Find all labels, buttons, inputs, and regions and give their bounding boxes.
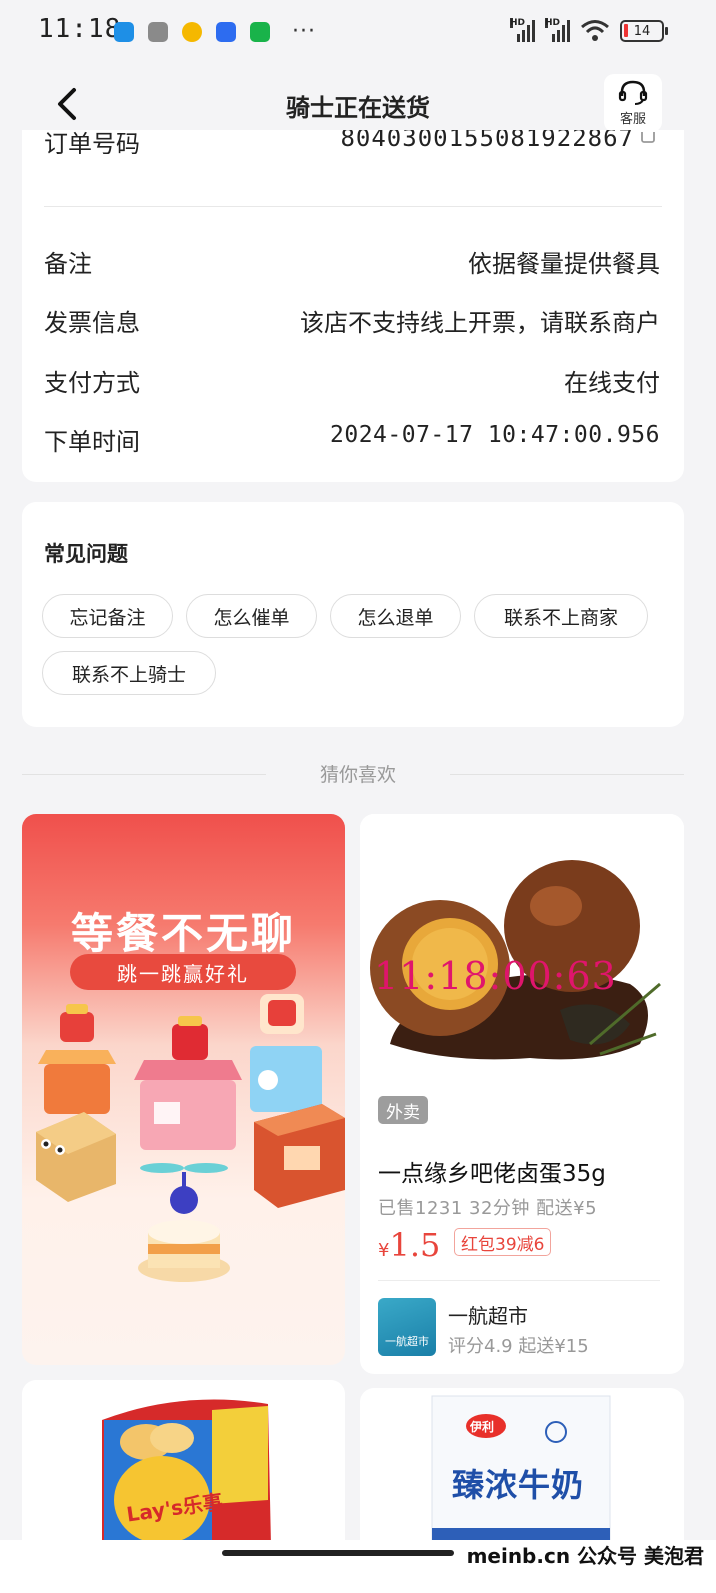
cake-character-illustration: [138, 1163, 230, 1282]
status-time: 11:18: [38, 14, 122, 44]
coupon-badge: 红包39减6: [454, 1228, 552, 1256]
invoice-row: 发票信息 该店不支持线上开票，请联系商户: [44, 297, 660, 337]
shop-meta: 评分4.9 起送¥15: [448, 1336, 589, 1357]
faq-chip-contact-merchant[interactable]: 联系不上商家: [474, 594, 648, 638]
battery-level: 14: [633, 23, 651, 39]
faq-chip-forgot-remark[interactable]: 忘记备注: [42, 594, 173, 638]
price-symbol: ¥: [378, 1240, 390, 1261]
box-character-illustration: [36, 1112, 116, 1202]
recommend-section-title: 猜你喜欢: [319, 764, 396, 786]
product-card[interactable]: 11:18:00:63 外卖 一点缘乡吧佬卤蛋35g 已售1231 32分钟 配…: [360, 814, 684, 1374]
product-name: 一点缘乡吧佬卤蛋35g: [378, 1161, 606, 1187]
divider: [44, 206, 662, 207]
jump-game-illustration: [36, 994, 345, 1282]
faq-chip-cancel-order[interactable]: 怎么退单: [330, 594, 461, 638]
faq-chip-urge-order[interactable]: 怎么催单: [186, 594, 317, 638]
news-icon: [148, 22, 168, 42]
watermark-text: meinb.cn 公众号 美泡君: [466, 1544, 704, 1568]
product-image: 11:18:00:63 外卖: [360, 814, 684, 1136]
battery-icon: 14: [620, 20, 668, 42]
promo-card[interactable]: 等餐不无聊 跳一跳赢好礼: [22, 814, 345, 1365]
shop-illustration: [250, 994, 322, 1112]
headset-icon: [618, 80, 648, 105]
signal-icon: HD: [545, 18, 570, 42]
browser-icon: [114, 22, 134, 42]
signal-icon: HD: [510, 18, 535, 42]
more-notifications-icon: ···: [292, 19, 316, 44]
faq-chip-contact-rider[interactable]: 联系不上骑士: [42, 651, 216, 695]
shop-logo: 一航超市: [378, 1298, 436, 1356]
home-indicator[interactable]: [222, 1550, 454, 1556]
customer-service-button[interactable]: 客服: [604, 74, 662, 132]
shop-illustration: [134, 1016, 242, 1150]
order-number-value: 8040300155081922867: [340, 130, 634, 152]
order-time-value: 2024-07-17 10:47:00.956: [330, 422, 660, 448]
customer-service-label: 客服: [619, 112, 646, 127]
status-bar: 11:18 ··· HD HD 14: [0, 0, 716, 64]
promo-title: 等餐不无聊: [70, 909, 296, 958]
app-icon: [216, 22, 236, 42]
milk-product-title: 臻浓牛奶: [452, 1466, 585, 1504]
order-number-label: 订单号码: [44, 130, 140, 154]
product-meta: 已售1231 32分钟 配送¥5: [378, 1198, 598, 1219]
faq-card: 常见问题 忘记备注 怎么催单 怎么退单 联系不上商家 联系不上骑士: [22, 502, 684, 727]
divider: [378, 1280, 660, 1281]
promo-pill: 跳一跳赢好礼: [70, 954, 296, 990]
payment-label: 支付方式: [44, 369, 140, 397]
payment-value: 在线支付: [564, 369, 660, 397]
weibo-icon: [182, 22, 202, 42]
faq-title: 常见问题: [44, 542, 128, 566]
payment-row: 支付方式 在线支付: [44, 357, 660, 397]
shop-name[interactable]: 一航超市: [448, 1300, 528, 1329]
product-price: ¥1.5: [378, 1226, 440, 1264]
wifi-icon: [581, 20, 609, 41]
remark-label: 备注: [44, 250, 92, 278]
delivery-tag: 外卖: [378, 1096, 428, 1124]
overlay-timestamp: 11:18:00:63: [374, 954, 617, 998]
copy-icon[interactable]: [640, 132, 658, 150]
invoice-label: 发票信息: [44, 309, 140, 337]
invoice-value: 该店不支持线上开票，请联系商户: [300, 309, 660, 337]
order-info-card: 订单号码 8040300155081922867 备注 依据餐量提供餐具 发票信…: [22, 130, 684, 482]
wechat-icon: [250, 22, 270, 42]
price-value: 1.5: [389, 1226, 441, 1264]
shop-illustration: [38, 1004, 116, 1114]
order-time-row: 下单时间 2024-07-17 10:47:00.956: [44, 416, 660, 456]
shop-logo-text: 一航超市: [385, 1335, 429, 1348]
remark-value: 依据餐量提供餐具: [468, 250, 660, 278]
order-number-row: 订单号码 8040300155081922867: [22, 130, 684, 154]
status-app-icons: ···: [114, 19, 316, 44]
restaurant-illustration: [254, 1104, 345, 1208]
milk-brand-label: 伊利: [470, 1420, 495, 1434]
order-time-label: 下单时间: [44, 428, 140, 456]
remark-row: 备注 依据餐量提供餐具: [44, 238, 660, 278]
status-indicators: HD HD 14: [510, 18, 668, 42]
